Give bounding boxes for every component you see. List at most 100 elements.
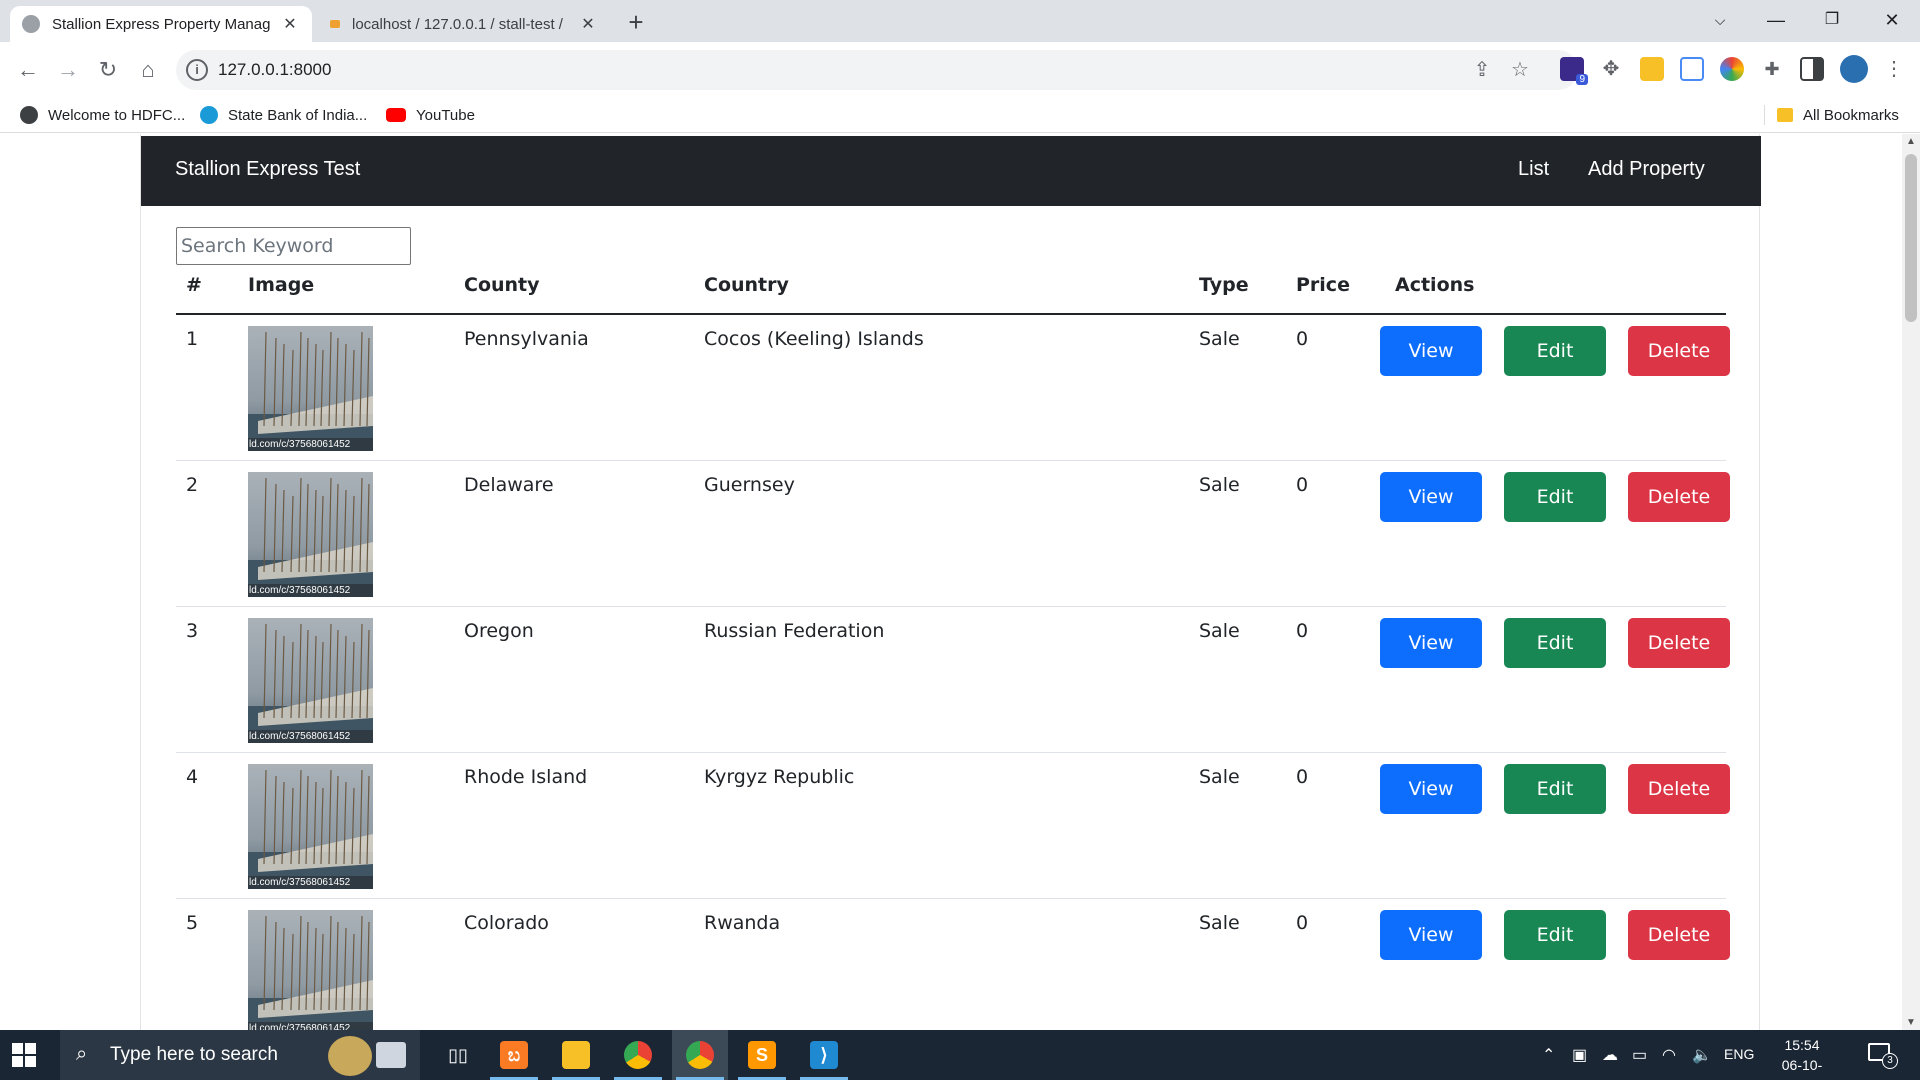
notifications-button[interactable]: 3 — [1868, 1043, 1898, 1069]
image-watermark: ld.com/c/37568061452 — [249, 731, 351, 742]
image-watermark: ld.com/c/37568061452 — [249, 439, 351, 450]
battery-icon[interactable]: ▭ — [1632, 1045, 1647, 1065]
bookmark-star-icon[interactable]: ☆ — [1508, 58, 1532, 82]
vscode-icon: ⟩ — [810, 1041, 838, 1069]
close-tab-icon[interactable]: ✕ — [280, 14, 300, 34]
property-image: ld.com/c/37568061452 — [248, 618, 373, 743]
side-panel-icon[interactable] — [1800, 57, 1824, 81]
column-header-price: Price — [1296, 274, 1350, 296]
edit-button[interactable]: Edit — [1504, 618, 1606, 668]
task-view-button[interactable]: ▯▯ — [430, 1030, 486, 1080]
column-header-num: # — [186, 274, 202, 296]
table-row: 4 ld.com/c/37568061452 Rhode Island Kyrgyz … — [176, 753, 1730, 899]
taskbar-app-file-explorer[interactable] — [548, 1030, 604, 1080]
globe-icon — [20, 106, 38, 124]
search-input[interactable] — [176, 227, 411, 265]
view-button[interactable]: View — [1380, 910, 1482, 960]
delete-button[interactable]: Delete — [1628, 472, 1730, 522]
extensions-puzzle-icon[interactable]: ✚ — [1760, 57, 1784, 81]
close-window-button[interactable]: ✕ — [1864, 0, 1920, 40]
bookmark-youtube[interactable]: YouTube — [386, 105, 475, 125]
scroll-down-arrow-icon[interactable]: ▼ — [1902, 1017, 1920, 1028]
country-cell: Guernsey — [704, 474, 795, 496]
site-info-icon[interactable]: i — [186, 59, 208, 81]
extension-yellow-icon[interactable] — [1640, 57, 1664, 81]
youtube-icon — [386, 108, 406, 122]
county-cell: Colorado — [464, 912, 549, 934]
scroll-up-arrow-icon[interactable]: ▲ — [1902, 136, 1920, 147]
all-bookmarks[interactable]: All Bookmarks — [1764, 105, 1899, 125]
nav-link-add-property[interactable]: Add Property — [1588, 158, 1705, 181]
profile-avatar[interactable] — [1840, 55, 1868, 83]
share-icon[interactable]: ⇪ — [1470, 58, 1494, 82]
taskbar-search-box[interactable]: ⌕ Type here to search — [60, 1030, 420, 1080]
row-number: 3 — [186, 620, 199, 642]
view-button[interactable]: View — [1380, 472, 1482, 522]
tab-stallion-express[interactable]: Stallion Express Property Manag ✕ — [10, 6, 312, 42]
bookmark-label: YouTube — [416, 106, 475, 124]
taskbar-app-chrome-active[interactable] — [672, 1030, 728, 1080]
taskbar-app-chrome[interactable] — [610, 1030, 666, 1080]
view-button[interactable]: View — [1380, 764, 1482, 814]
extension-icon[interactable]: 9 — [1560, 57, 1588, 85]
onedrive-cloud-icon[interactable]: ☁ — [1602, 1045, 1618, 1065]
browser-menu-icon[interactable]: ⋮ — [1882, 57, 1906, 81]
move-extension-icon[interactable]: ✥ — [1599, 57, 1623, 81]
taskbar-search-placeholder: Type here to search — [110, 1044, 278, 1065]
row-number: 4 — [186, 766, 199, 788]
scrollbar-thumb[interactable] — [1905, 154, 1917, 322]
column-header-country: Country — [704, 274, 789, 296]
image-watermark: ld.com/c/37568061452 — [249, 1023, 351, 1030]
globe-icon — [22, 15, 40, 33]
price-cell: 0 — [1296, 474, 1309, 496]
delete-button[interactable]: Delete — [1628, 618, 1730, 668]
close-tab-icon[interactable]: ✕ — [578, 14, 598, 34]
input-language[interactable]: ENG — [1724, 1046, 1754, 1062]
delete-button[interactable]: Delete — [1628, 910, 1730, 960]
tab-phpmyadmin[interactable]: localhost / 127.0.0.1 / stall-test / ✕ — [318, 6, 610, 42]
meet-now-icon[interactable]: ▣ — [1572, 1045, 1587, 1065]
address-bar[interactable]: i 127.0.0.1:8000 ⇪ ☆ — [176, 50, 1578, 90]
system-clock[interactable]: 15:54 06-10-2023 — [1768, 1035, 1836, 1080]
taskbar-app-sublime-text[interactable]: S — [734, 1030, 790, 1080]
phpmyadmin-icon — [330, 20, 340, 28]
property-image: ld.com/c/37568061452 — [248, 910, 373, 1030]
chrome-icon — [686, 1041, 714, 1069]
edit-button[interactable]: Edit — [1504, 910, 1606, 960]
bookmark-hdfc[interactable]: Welcome to HDFC... — [20, 105, 185, 125]
reload-icon[interactable]: ↻ — [92, 54, 124, 86]
tab-search-icon[interactable]: ⌵ — [1692, 0, 1748, 40]
new-tab-button[interactable]: + — [620, 7, 652, 39]
restore-button[interactable]: ❐ — [1804, 0, 1860, 40]
back-arrow-icon[interactable]: ← — [12, 54, 44, 86]
forward-arrow-icon[interactable]: → — [52, 54, 84, 86]
view-button[interactable]: View — [1380, 326, 1482, 376]
edit-button[interactable]: Edit — [1504, 764, 1606, 814]
color-picker-extension-icon[interactable] — [1720, 57, 1744, 81]
table-row: 3 ld.com/c/37568061452 Oregon Russian Feder… — [176, 607, 1730, 753]
type-cell: Sale — [1199, 474, 1240, 496]
extension-blue-icon[interactable] — [1680, 57, 1704, 81]
home-icon[interactable]: ⌂ — [132, 54, 164, 86]
show-hidden-icons-chevron-icon[interactable]: ⌃ — [1542, 1045, 1555, 1065]
delete-button[interactable]: Delete — [1628, 764, 1730, 814]
edit-button[interactable]: Edit — [1504, 472, 1606, 522]
wifi-icon[interactable]: ◠ — [1662, 1045, 1676, 1065]
bookmark-sbi[interactable]: State Bank of India... — [200, 105, 367, 125]
sublime-text-icon: S — [748, 1041, 776, 1069]
xampp-icon: ಬ — [500, 1041, 528, 1069]
windows-start-icon[interactable] — [12, 1043, 36, 1067]
view-button[interactable]: View — [1380, 618, 1482, 668]
nav-link-list[interactable]: List — [1518, 158, 1549, 181]
page-scrollbar[interactable]: ▲ ▼ — [1902, 134, 1920, 1030]
url-text[interactable]: 127.0.0.1:8000 — [218, 60, 331, 80]
navbar-brand[interactable]: Stallion Express Test — [175, 158, 360, 181]
minimize-button[interactable]: — — [1748, 0, 1804, 40]
taskbar-app-xampp[interactable]: ಬ — [486, 1030, 542, 1080]
edit-button[interactable]: Edit — [1504, 326, 1606, 376]
delete-button[interactable]: Delete — [1628, 326, 1730, 376]
county-cell: Pennsylvania — [464, 328, 589, 350]
taskbar-app-vscode[interactable]: ⟩ — [796, 1030, 852, 1080]
volume-icon[interactable]: 🔈 — [1692, 1045, 1712, 1065]
extension-badge: 9 — [1576, 74, 1588, 85]
